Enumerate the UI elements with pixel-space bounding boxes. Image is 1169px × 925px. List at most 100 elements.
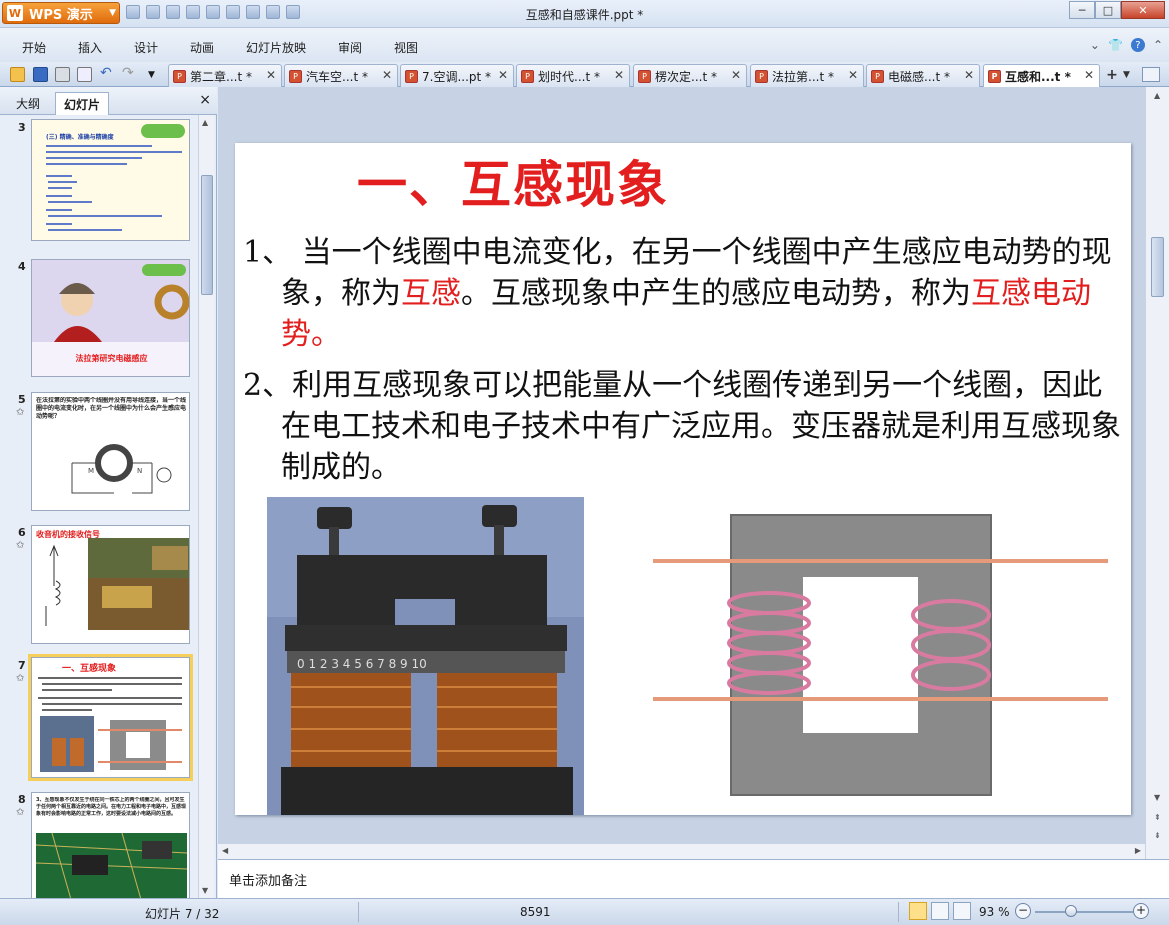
print-icon[interactable] [55,67,70,82]
scroll-left-icon[interactable]: ◀ [222,846,228,855]
title-bar: W WPS 演示 ▼ 互感和自感课件.ppt * ─ □ ✕ [0,0,1169,28]
doc-tab[interactable]: P 法拉第...t * ✕ [750,64,864,87]
zoom-slider-handle[interactable] [1065,905,1078,917]
slide-thumbnail[interactable]: 在法拉第的实验中两个线圈并没有用导线连接，当一个线圈中的电流变化时，在另一个线圈… [31,392,190,511]
doc-tab-active[interactable]: P 互感和...t * ✕ [983,64,1100,88]
chevron-down-icon[interactable]: ▼ [148,70,163,85]
slide-counter: 幻灯片 7 / 32 [145,907,220,921]
thumb-number: 4 [18,260,26,273]
status-code: 8591 [520,905,551,919]
editor-vertical-scrollbar[interactable]: ▲ ▼ ⇞ ⇟ [1145,87,1169,859]
transformer-photo[interactable]: 0 1 2 3 4 5 6 7 8 9 10 [267,497,584,815]
panel-tabs: 大纲 幻灯片 × [0,87,217,115]
scrollbar-thumb[interactable] [201,175,213,295]
editor-horizontal-scrollbar[interactable]: ◀ ▶ [218,843,1145,859]
new-tab-icon[interactable]: + [1103,66,1121,84]
undo-icon[interactable]: ↶ [100,65,115,81]
zoom-level[interactable]: 93 % [979,905,1010,919]
zoom-in-icon[interactable]: + [1133,903,1149,919]
close-tab-icon[interactable]: ✕ [964,68,974,82]
minimize-button[interactable]: ─ [1069,1,1095,19]
redo-icon[interactable]: ↷ [122,65,137,81]
slide-thumbnail-selected[interactable]: 一、互感现象 [28,654,193,781]
menu-home[interactable]: 开始 [22,39,46,56]
transformer-diagram[interactable] [653,507,1108,815]
close-tab-icon[interactable]: ✕ [731,68,741,82]
radio-photo [45,538,189,630]
paragraph-number: 1、 [243,235,293,270]
slide-paragraph-2[interactable]: 2、利用互感现象可以把能量从一个线圈传递到另一个线圈，因此在电工技术和电子技术中… [243,365,1123,488]
doc-tab[interactable]: P 电磁感...t * ✕ [866,64,980,87]
slide-thumbnail[interactable]: 法拉第研究电磁感应 [31,259,190,377]
doc-tab[interactable]: P 7.空调...pt * ✕ [400,64,514,87]
window-title: 互感和自感课件.ppt * [525,8,644,22]
doc-tab-label: 划时代...t * [538,69,600,84]
ppt-file-icon: P [521,69,534,83]
thumb-number: 6 [18,526,26,539]
doc-tab[interactable]: P 划时代...t * ✕ [516,64,630,87]
menu-review[interactable]: 审阅 [338,39,362,56]
scrollbar-thumb[interactable] [1151,237,1164,297]
prev-slide-icon[interactable]: ⇞ [1154,813,1161,822]
chevron-down-icon[interactable]: ▼ [1123,70,1130,80]
close-tab-icon[interactable]: ✕ [1084,68,1094,82]
notes-pane[interactable]: 单击添加备注 [218,859,1169,898]
scroll-down-icon[interactable]: ▼ [202,886,208,895]
slide-sorter-icon[interactable] [931,902,949,920]
save-icon[interactable] [33,67,48,82]
slide-thumbnail[interactable]: 收音机的接收信号 [31,525,190,644]
scroll-right-icon[interactable]: ▶ [1135,846,1141,855]
status-divider [898,902,899,922]
tab-outline[interactable]: 大纲 [8,92,48,115]
slideshow-icon[interactable] [953,902,971,920]
close-tab-icon[interactable]: ✕ [382,68,392,82]
menu-view[interactable]: 视图 [394,39,418,56]
slide-thumbnail[interactable]: 3、互感现象不仅发生于绕在同一铁芯上的两个线圈之间，且可发生于任何两个相互靠近的… [31,792,190,898]
open-folder-icon[interactable] [10,67,25,82]
circuit-board-photo [35,832,188,898]
doc-tab[interactable]: P 楞次定...t * ✕ [633,64,747,87]
scroll-down-icon[interactable]: ▼ [1154,793,1160,802]
close-tab-icon[interactable]: ✕ [614,68,624,82]
ppt-file-icon: P [173,69,186,83]
help-icon[interactable]: ? [1130,38,1145,52]
doc-tab[interactable]: P 第二章...t * ✕ [168,64,282,87]
thumb-number: 8 [18,793,26,806]
sidebar-toggle-icon[interactable] [1142,67,1160,82]
zoom-out-icon[interactable]: − [1015,903,1031,919]
close-icon[interactable]: × [199,92,211,108]
highlight-term: 互感 [401,276,461,311]
thumbnail-list: 3 (三) 精确、准确与精确度 4 法拉第研究电磁感应 5 ✩ 在法拉第的实验中… [0,115,197,898]
menu-slideshow[interactable]: 幻灯片放映 [246,39,306,56]
close-tab-icon[interactable]: ✕ [498,68,508,82]
normal-view-icon[interactable] [909,902,927,920]
doc-tab[interactable]: P 汽车空...t * ✕ [284,64,398,87]
menu-right-tools: ⌄ 👕 ? ⌃ [1090,38,1163,52]
next-slide-icon[interactable]: ⇟ [1154,831,1161,840]
slide-title[interactable]: 一、互感现象 [357,145,669,217]
maximize-button[interactable]: □ [1095,1,1121,19]
slide-paragraph-1[interactable]: 1、 当一个线圈中电流变化，在另一个线圈中产生感应电动势的现象，称为互感。互感现… [243,232,1123,355]
doc-tab-label: 楞次定...t * [655,69,717,84]
close-tab-icon[interactable]: ✕ [266,68,276,82]
skin-icon[interactable]: 👕 [1108,38,1123,52]
slide-editor: 一、互感现象 1、 当一个线圈中电流变化，在另一个线圈中产生感应电动势的现象，称… [218,87,1169,859]
tab-slides[interactable]: 幻灯片 [55,92,110,115]
document-tab-bar: ↶ ↷ ▼ P 第二章...t * ✕ P 汽车空...t * ✕ P 7.空调...pt… [0,62,1169,88]
print-preview-icon[interactable] [77,67,92,82]
menu-insert[interactable]: 插入 [78,39,102,56]
collapse-icon[interactable]: ⌃ [1153,38,1163,52]
slide-canvas[interactable]: 一、互感现象 1、 当一个线圈中电流变化，在另一个线圈中产生感应电动势的现象，称… [235,143,1131,815]
doc-tab-label: 第二章...t * [190,69,252,84]
menu-design[interactable]: 设计 [134,39,158,56]
doc-tab-label: 电磁感...t * [888,69,950,84]
close-tab-icon[interactable]: ✕ [848,68,858,82]
scroll-up-icon[interactable]: ▲ [1154,91,1160,100]
thumbnail-scrollbar[interactable]: ▲ ▼ [198,115,214,898]
zoom-slider[interactable] [1035,911,1133,913]
menu-animation[interactable]: 动画 [190,39,214,56]
slide-thumbnail[interactable]: (三) 精确、准确与精确度 [31,119,190,241]
chevron-down-icon[interactable]: ⌄ [1090,38,1100,52]
close-button[interactable]: ✕ [1121,1,1165,19]
scroll-up-icon[interactable]: ▲ [202,118,208,127]
